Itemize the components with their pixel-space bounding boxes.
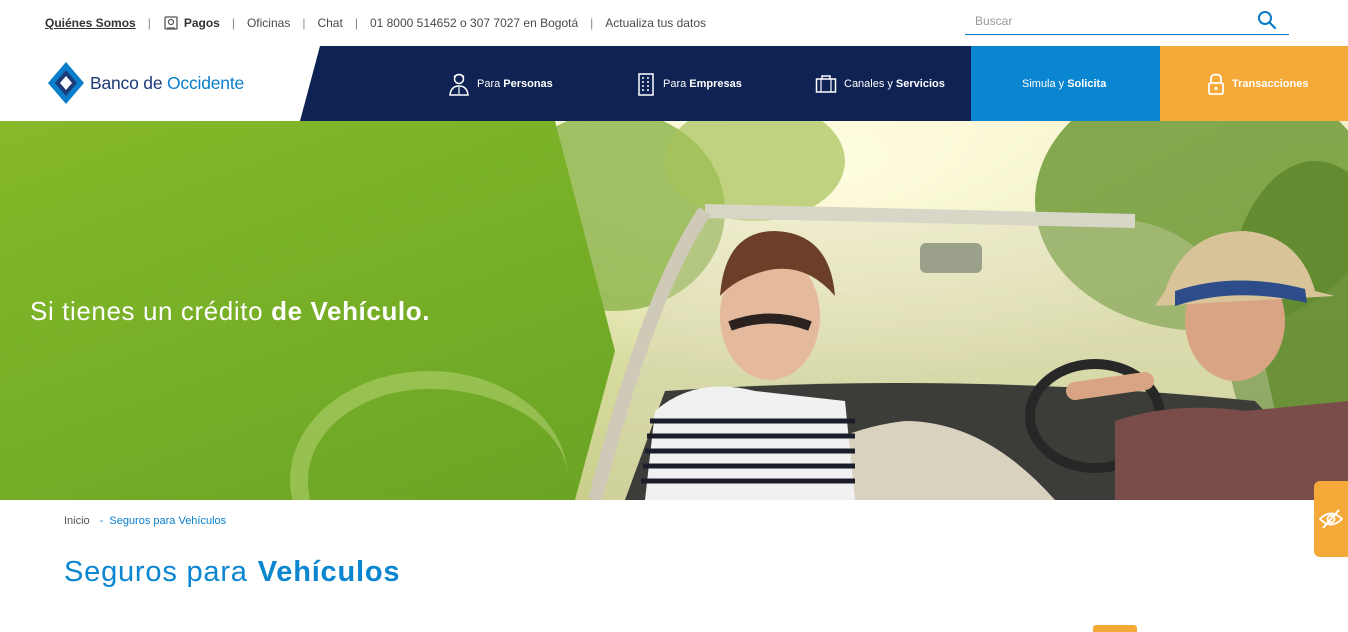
hero-banner: Si tienes un crédito de Vehículo.: [0, 121, 1348, 500]
lock-icon: [1208, 73, 1224, 95]
separator: |: [231, 16, 235, 30]
separator: |: [302, 16, 306, 30]
page-title: Seguros para Vehículos: [64, 556, 400, 589]
nav-para-empresas-label: Empresas: [689, 77, 742, 90]
page-title-b: Vehículos: [257, 556, 401, 588]
accessibility-tab[interactable]: [1314, 481, 1348, 557]
briefcase-icon: [815, 74, 837, 93]
nav-transacciones-label: Transacciones: [1232, 77, 1309, 90]
nav-para-personas[interactable]: Para Personas: [448, 46, 553, 121]
nav-canales-servicios[interactable]: Canales y Servicios: [815, 46, 945, 121]
nav-canales-prefix: Canales y: [844, 77, 893, 90]
nav-para-personas-prefix: Para: [477, 77, 501, 90]
logo-diamond-icon: [48, 62, 84, 104]
nav-para-personas-label: Personas: [503, 77, 553, 90]
nav-para-empresas-prefix: Para: [663, 77, 687, 90]
eye-slash-icon: [1318, 509, 1344, 529]
separator: |: [354, 16, 358, 30]
link-quienes-somos[interactable]: Quiénes Somos: [45, 16, 136, 30]
person-icon: [449, 73, 469, 96]
breadcrumb-current[interactable]: Seguros para Vehículos: [109, 515, 226, 527]
hero-photo-convertible: [555, 121, 1348, 500]
search-icon[interactable]: [1257, 10, 1277, 30]
link-oficinas[interactable]: Oficinas: [247, 16, 290, 30]
link-pagos-label: Pagos: [183, 16, 220, 30]
logo-text: Banco de Occidente: [90, 73, 244, 94]
nav-para-empresas[interactable]: Para Empresas: [636, 46, 742, 121]
search-box: [965, 8, 1289, 35]
link-telefono[interactable]: 01 8000 514652 o 307 7027 en Bogotá: [370, 16, 578, 30]
nav-simula-label: Solicita: [1067, 77, 1107, 90]
top-links: Quiénes Somos | Pagos | Oficinas | Chat …: [45, 15, 706, 31]
breadcrumb-separator: -: [99, 515, 104, 527]
hero-headline: Si tienes un crédito de Vehículo.: [30, 296, 430, 327]
top-utility-bar: Quiénes Somos | Pagos | Oficinas | Chat …: [0, 0, 1348, 46]
hero-headline-b: de Vehículo.: [271, 296, 431, 326]
link-actualiza-datos[interactable]: Actualiza tus datos: [605, 16, 706, 30]
building-icon: [638, 72, 654, 96]
bank-logo[interactable]: Banco de Occidente: [48, 62, 244, 104]
main-navbar: Banco de Occidente Para Personas Para Empr…: [0, 46, 1348, 121]
nav-simula-text: Simula y Solicita: [1022, 46, 1106, 121]
nav-simula-solicita[interactable]: Simula y Solicita: [971, 46, 1160, 121]
separator: |: [147, 16, 151, 30]
clipboard-icon: [164, 16, 178, 30]
link-pagos[interactable]: Pagos: [163, 15, 220, 31]
page-title-a: Seguros para: [64, 556, 248, 588]
bottom-orange-tab[interactable]: [1093, 625, 1137, 632]
search-input[interactable]: [973, 13, 1247, 29]
link-chat[interactable]: Chat: [317, 16, 342, 30]
logo-text-a: Banco de: [90, 72, 168, 93]
logo-text-b: Occidente: [167, 72, 245, 93]
breadcrumb: Inicio - Seguros para Vehículos: [64, 515, 226, 527]
nav-transacciones-text: Transacciones: [1207, 46, 1308, 121]
hero-road-curve: [290, 371, 568, 500]
separator: |: [590, 16, 594, 30]
hero-headline-a: Si tienes un crédito: [30, 296, 264, 326]
nav-transacciones[interactable]: Transacciones: [1160, 46, 1348, 121]
nav-canales-label: Servicios: [895, 77, 945, 90]
nav-simula-prefix: Simula y: [1022, 77, 1065, 90]
breadcrumb-inicio[interactable]: Inicio: [64, 515, 90, 527]
